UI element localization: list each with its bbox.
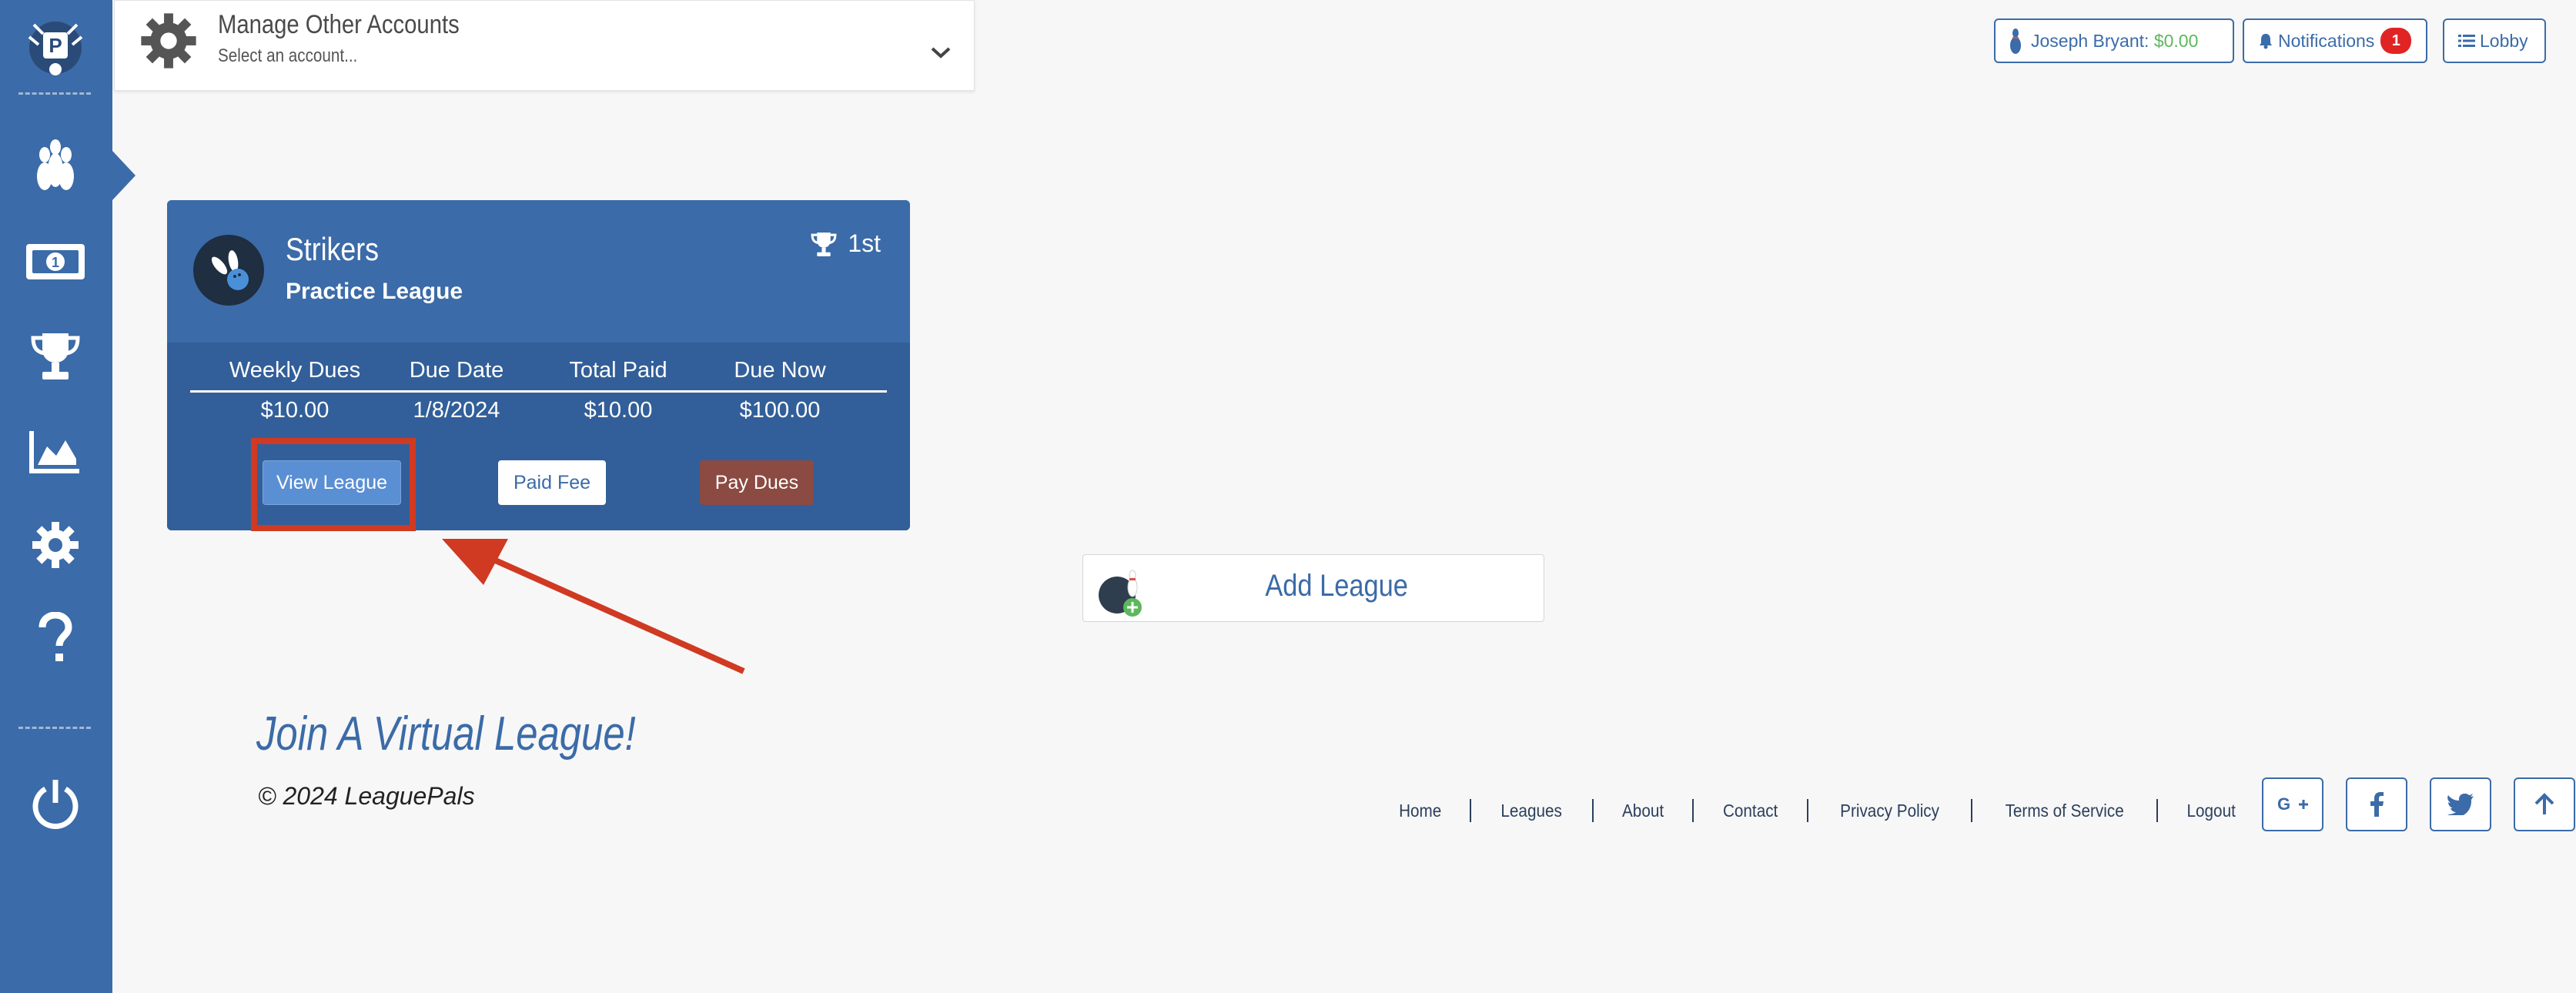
footer-separator: [1591, 799, 1594, 822]
sidebar-divider: [18, 727, 91, 729]
svg-text:G: G: [2277, 794, 2290, 814]
paid-fee-button[interactable]: Paid Fee: [498, 460, 606, 505]
leaguepals-logo[interactable]: P: [22, 14, 89, 82]
copyright-text: © 2024 LeaguePals: [258, 782, 475, 810]
gear-icon[interactable]: [23, 513, 88, 577]
weekly-dues-value: $10.00: [260, 398, 330, 423]
footer-separator: [1691, 799, 1694, 822]
chevron-down-icon: [929, 44, 952, 61]
pay-dues-button[interactable]: Pay Dues: [700, 460, 814, 505]
user-balance: $0.00: [2153, 30, 2199, 51]
column-header: Total Paid: [569, 358, 667, 383]
footer-nav: Home Leagues About Contact Privacy Polic…: [1370, 799, 2265, 822]
manage-accounts-placeholder: Select an account...: [218, 45, 358, 66]
footer-link-home[interactable]: Home: [1375, 801, 1464, 821]
footer-link-about[interactable]: About: [1598, 801, 1687, 821]
sidebar-divider: [18, 92, 91, 95]
lobby-button[interactable]: Lobby: [2443, 18, 2546, 63]
annotation-arrow-icon: [431, 531, 754, 689]
table-divider: [190, 390, 887, 393]
facebook-icon[interactable]: [2346, 777, 2407, 831]
column-header: Due Now: [734, 358, 826, 383]
footer-separator: [2156, 799, 2159, 822]
notifications-label: Notifications: [2278, 30, 2375, 51]
svg-text:1: 1: [52, 255, 59, 270]
league-card-header: [167, 200, 910, 343]
power-icon[interactable]: [23, 771, 88, 836]
money-icon[interactable]: 1: [23, 229, 88, 294]
google-plus-icon[interactable]: G: [2262, 777, 2323, 831]
user-balance-button[interactable]: Joseph Bryant: $0.00: [1994, 18, 2234, 63]
footer-link-contact[interactable]: Contact: [1699, 801, 1802, 821]
add-league-button[interactable]: Add League: [1082, 554, 1544, 622]
notifications-button[interactable]: Notifications 1: [2243, 18, 2427, 63]
footer-link-logout[interactable]: Logout: [2163, 801, 2260, 821]
bell-icon: [2258, 32, 2273, 49]
arrow-up-icon[interactable]: [2514, 777, 2575, 831]
manage-accounts-title: Manage Other Accounts: [218, 10, 460, 39]
due-now-value: $100.00: [739, 398, 821, 423]
total-paid-value: $10.00: [584, 398, 653, 423]
column-header: Due Date: [409, 358, 504, 383]
manage-accounts-dropdown[interactable]: Manage Other Accounts Select an account.…: [114, 0, 975, 91]
footer-link-privacy-policy[interactable]: Privacy Policy: [1817, 801, 1963, 821]
area-chart-icon[interactable]: [23, 419, 88, 483]
twitter-icon[interactable]: [2430, 777, 2491, 831]
league-type: Practice League: [286, 279, 463, 304]
question-icon[interactable]: [23, 607, 88, 671]
list-icon: [2458, 34, 2475, 48]
column-header: Weekly Dues: [229, 358, 361, 383]
svg-text:P: P: [49, 34, 62, 57]
active-nav-indicator: [112, 151, 135, 200]
lobby-label: Lobby: [2480, 30, 2528, 51]
footer-link-terms-of-service[interactable]: Terms of Service: [1982, 801, 2147, 821]
footer-separator: [1470, 799, 1472, 822]
join-virtual-league-link[interactable]: Join A Virtual League!: [256, 707, 636, 761]
gear-icon: [139, 12, 198, 70]
annotation-highlight-box: [251, 438, 416, 531]
bowling-pin-icon: [2009, 28, 2022, 54]
footer-separator: [1971, 799, 1973, 822]
team-rank: 1st: [809, 229, 881, 258]
trophy-icon[interactable]: [23, 323, 88, 388]
add-league-label: Add League: [1265, 569, 1408, 603]
sidebar: P 1: [0, 0, 112, 993]
footer-link-leagues[interactable]: Leagues: [1477, 801, 1586, 821]
trophy-icon: [809, 230, 838, 258]
notifications-count-badge: 1: [2380, 28, 2412, 54]
due-date-value: 1/8/2024: [413, 398, 500, 423]
team-name: Strikers: [286, 231, 380, 267]
footer-separator: [1806, 799, 1808, 822]
team-avatar: [193, 235, 264, 306]
team-rank-value: 1st: [848, 229, 881, 257]
user-name: Joseph Bryant:: [2031, 30, 2149, 51]
bowling-pins-icon[interactable]: [23, 132, 88, 197]
